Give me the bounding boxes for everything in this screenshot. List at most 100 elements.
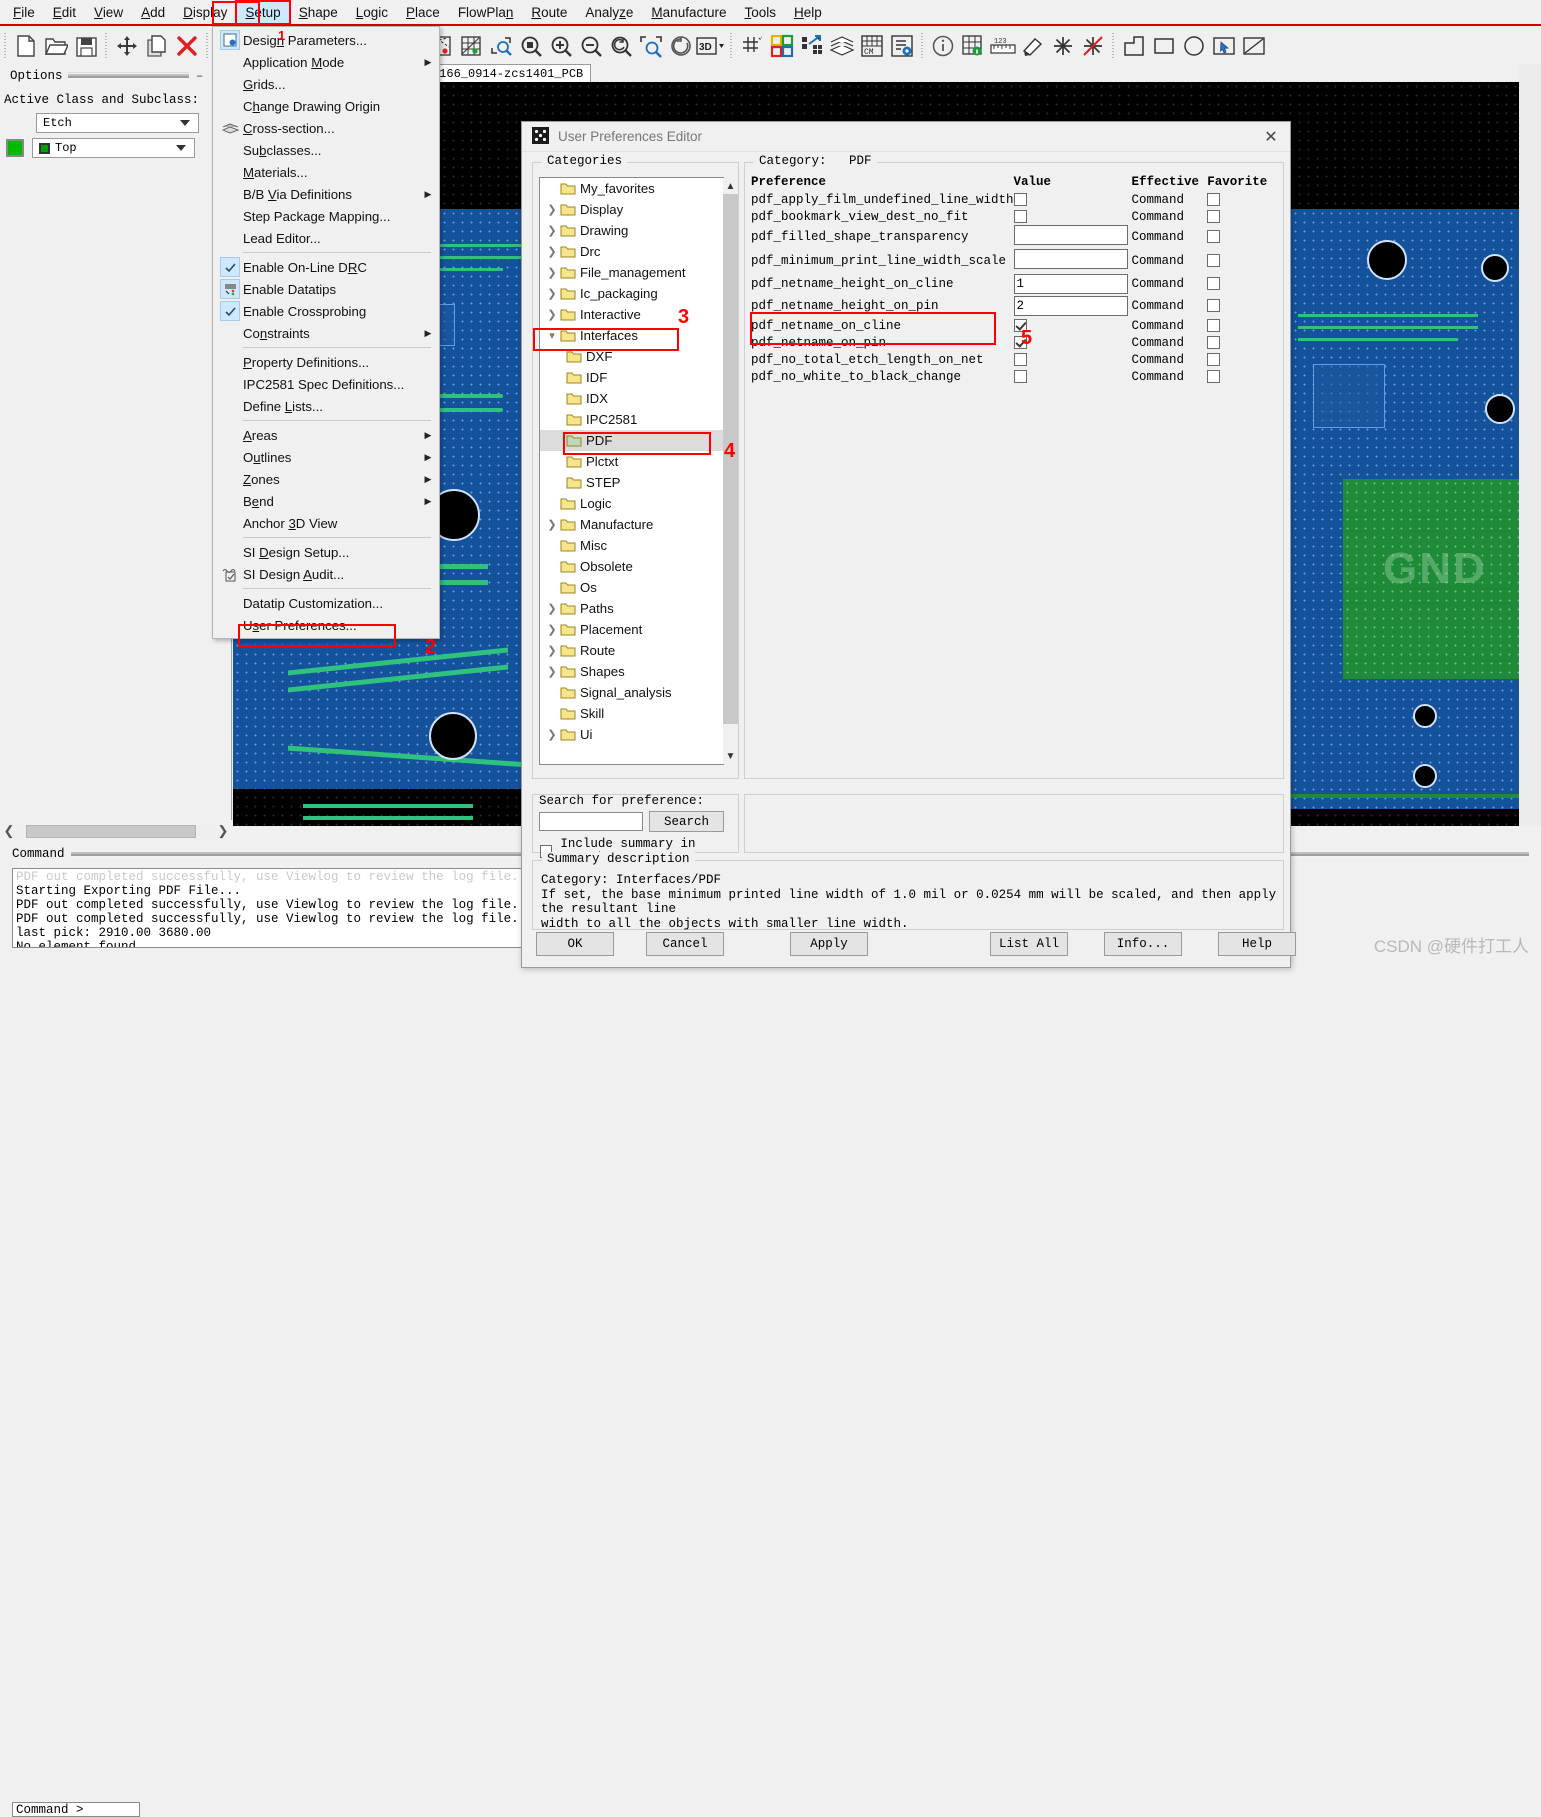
preference-favorite-cell[interactable]	[1207, 191, 1277, 208]
tree-node-interfaces[interactable]: ▾ Interfaces	[540, 325, 723, 346]
menu-display[interactable]: Display	[174, 1, 236, 24]
preference-row[interactable]: pdf_bookmark_view_dest_no_fit Command	[751, 208, 1277, 225]
close-icon[interactable]: ✕	[1258, 126, 1284, 148]
preference-value-cell[interactable]	[1013, 249, 1132, 273]
setup-menu-item-cross-section[interactable]: Cross-section...	[213, 117, 439, 139]
preference-row[interactable]: pdf_filled_shape_transparency Command	[751, 225, 1277, 249]
setup-menu-item-application-mode[interactable]: Application Mode ▶	[213, 51, 439, 73]
chevron-right-icon[interactable]: ❯	[544, 602, 560, 615]
setup-menu-item-user-preferences[interactable]: User Preferences...	[213, 614, 439, 636]
new-file-icon[interactable]	[11, 31, 41, 61]
scroll-down-arrow-icon[interactable]: ▼	[723, 748, 738, 764]
chevron-right-icon[interactable]: ❯	[544, 728, 560, 741]
menu-file[interactable]: File	[4, 1, 44, 24]
tree-node-display[interactable]: ❯ Display	[540, 199, 723, 220]
tree-node-interactive[interactable]: ❯ Interactive	[540, 304, 723, 325]
setup-dropdown-menu[interactable]: Design Parameters... Application Mode ▶ Gri…	[212, 26, 440, 639]
menu-tools[interactable]: Tools	[735, 1, 785, 24]
ruler-icon[interactable]: 123	[988, 31, 1018, 61]
setup-menu-item-step-package-mapping[interactable]: Step Package Mapping...	[213, 205, 439, 227]
tree-vertical-scrollbar[interactable]: ▲ ▼	[723, 178, 738, 764]
tree-node-ui[interactable]: ❯ Ui	[540, 724, 723, 745]
highlight-brush-icon[interactable]	[1018, 31, 1048, 61]
active-class-color-swatch[interactable]	[6, 139, 24, 157]
command-input[interactable]: Command >	[12, 1802, 140, 1817]
active-class-combo[interactable]: Etch	[36, 113, 199, 133]
preference-value-checkbox[interactable]	[1013, 352, 1027, 366]
preference-favorite-checkbox[interactable]	[1207, 335, 1221, 349]
preference-value-input[interactable]: 2	[1013, 296, 1128, 316]
setup-menu-item-si-design-audit[interactable]: SI Design Audit...	[213, 563, 439, 585]
preference-row[interactable]: pdf_minimum_print_line_width_scale Comman…	[751, 249, 1277, 273]
preference-favorite-cell[interactable]	[1207, 225, 1277, 249]
preference-favorite-cell[interactable]	[1207, 317, 1277, 334]
tree-node-paths[interactable]: ❯ Paths	[540, 598, 723, 619]
options-panel-minimize-button[interactable]: –	[194, 69, 205, 83]
tree-node-os[interactable]: Os	[540, 577, 723, 598]
zoom-by-points-icon[interactable]	[486, 31, 516, 61]
ok-button[interactable]: OK	[536, 932, 614, 956]
preference-value-cell[interactable]	[1013, 368, 1132, 385]
preference-row[interactable]: pdf_no_white_to_black_change Command	[751, 368, 1277, 385]
tree-node-file-management[interactable]: ❯ File_management	[540, 262, 723, 283]
preference-favorite-cell[interactable]	[1207, 351, 1277, 368]
setup-menu-item-enable-crossprobing[interactable]: Enable Crossprobing	[213, 300, 439, 322]
tree-node-shapes[interactable]: ❯ Shapes	[540, 661, 723, 682]
menu-logic[interactable]: Logic	[347, 1, 397, 24]
setup-menu-item-areas[interactable]: Areas ▶	[213, 424, 439, 446]
menu-place[interactable]: Place	[397, 1, 449, 24]
tree-node-signal-analysis[interactable]: Signal_analysis	[540, 682, 723, 703]
apply-button[interactable]: Apply	[790, 932, 868, 956]
command-log[interactable]: PDF out completed successfully, use View…	[12, 868, 524, 948]
layers-icon[interactable]	[827, 31, 857, 61]
tree-node-dxf[interactable]: DXF	[540, 346, 723, 367]
setup-menu-item-anchor-3d-view[interactable]: Anchor 3D View	[213, 512, 439, 534]
tree-node-ic-packaging[interactable]: ❯ Ic_packaging	[540, 283, 723, 304]
setup-menu-item-b-b-via-definitions[interactable]: B/B Via Definitions ▶	[213, 183, 439, 205]
measure-grid-icon[interactable]	[958, 31, 988, 61]
preference-value-cell[interactable]: 1	[1013, 273, 1132, 295]
preference-value-cell[interactable]	[1013, 225, 1132, 249]
options-settings-icon[interactable]	[887, 31, 917, 61]
menu-help[interactable]: Help	[785, 1, 831, 24]
redraw-icon[interactable]	[666, 31, 696, 61]
chevron-right-icon[interactable]: ❯	[544, 287, 560, 300]
setup-menu-item-si-design-setup[interactable]: SI Design Setup...	[213, 541, 439, 563]
preference-row[interactable]: pdf_netname_height_on_cline 1 Command	[751, 273, 1277, 295]
chevron-right-icon[interactable]: ❯	[544, 266, 560, 279]
hscroll-thumb[interactable]	[26, 824, 196, 838]
chevron-right-icon[interactable]: ❯	[544, 665, 560, 678]
preference-value-cell[interactable]	[1013, 191, 1132, 208]
dehighlight-icon[interactable]	[1048, 31, 1078, 61]
preference-row[interactable]: pdf_netname_height_on_pin 2 Command	[751, 295, 1277, 317]
preference-favorite-cell[interactable]	[1207, 334, 1277, 351]
info-icon[interactable]	[928, 31, 958, 61]
menu-view[interactable]: View	[85, 1, 132, 24]
tree-node-drawing[interactable]: ❯ Drawing	[540, 220, 723, 241]
setup-menu-item-zones[interactable]: Zones ▶	[213, 468, 439, 490]
options-panel-grip[interactable]	[67, 71, 190, 80]
setup-menu-item-constraints[interactable]: Constraints ▶	[213, 322, 439, 344]
hscroll-track[interactable]	[18, 824, 214, 838]
document-tab[interactable]: _166_0914-zcs1401_PCB	[424, 64, 592, 82]
preference-favorite-checkbox[interactable]	[1207, 254, 1221, 268]
preference-favorite-checkbox[interactable]	[1207, 369, 1221, 383]
preference-value-cell[interactable]	[1013, 351, 1132, 368]
setup-menu-item-subclasses[interactable]: Subclasses...	[213, 139, 439, 161]
zoom-fit-icon[interactable]	[516, 31, 546, 61]
menu-analyze[interactable]: Analyze	[576, 1, 642, 24]
help-button[interactable]: Help	[1218, 932, 1296, 956]
tree-node-my-favorites[interactable]: My_favorites	[540, 178, 723, 199]
chevron-right-icon[interactable]: ❯	[544, 644, 560, 657]
preference-value-input[interactable]	[1013, 249, 1128, 269]
preference-favorite-checkbox[interactable]	[1207, 192, 1221, 206]
preference-row[interactable]: pdf_no_total_etch_length_on_net Command	[751, 351, 1277, 368]
setup-menu-item-change-drawing-origin[interactable]: Change Drawing Origin	[213, 95, 439, 117]
setup-menu-item-outlines[interactable]: Outlines ▶	[213, 446, 439, 468]
preference-value-checkbox[interactable]	[1013, 369, 1027, 383]
tree-node-step[interactable]: STEP	[540, 472, 723, 493]
categories-tree[interactable]: My_favorites ❯ Display ❯ Drawing ❯ Drc ❯ File_ma…	[539, 177, 724, 765]
zoom-in-icon[interactable]	[546, 31, 576, 61]
scroll-up-arrow-icon[interactable]: ▲	[723, 178, 738, 194]
chevron-right-icon[interactable]: ❯	[544, 623, 560, 636]
